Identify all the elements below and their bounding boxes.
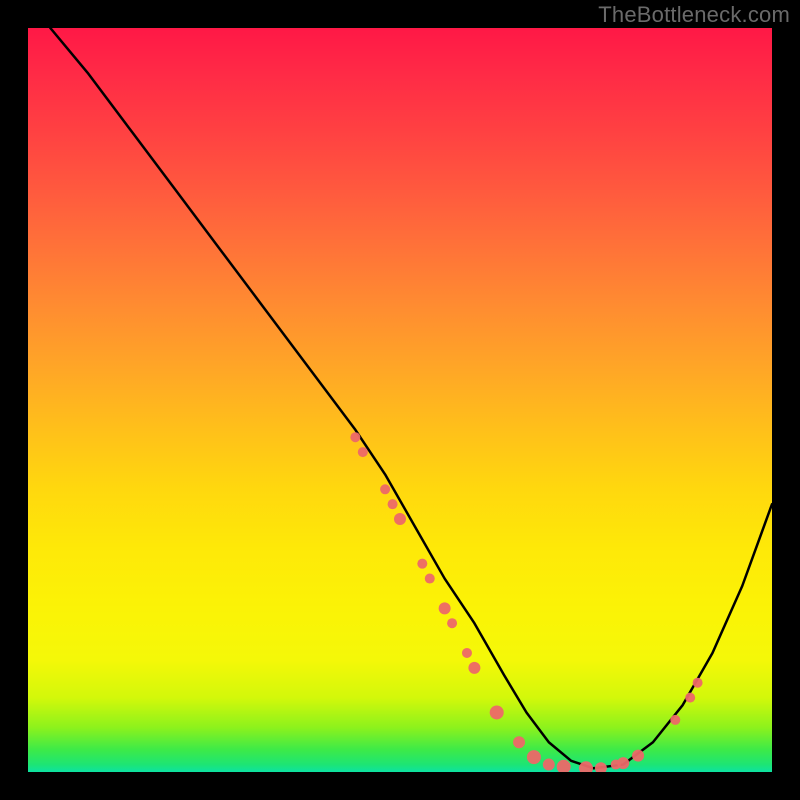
plot-area — [28, 28, 772, 772]
data-point-4 — [394, 513, 406, 525]
data-point-12 — [513, 736, 525, 748]
data-point-21 — [670, 715, 680, 725]
data-point-17 — [595, 762, 607, 772]
data-point-7 — [439, 602, 451, 614]
data-point-1 — [358, 447, 368, 457]
data-point-10 — [468, 662, 480, 674]
data-point-14 — [543, 759, 555, 771]
data-point-13 — [527, 750, 541, 764]
data-point-19 — [617, 757, 629, 769]
data-point-8 — [447, 618, 457, 628]
data-point-2 — [380, 484, 390, 494]
marker-layer — [350, 432, 702, 772]
chart-root: TheBottleneck.com — [0, 0, 800, 800]
data-point-9 — [462, 648, 472, 658]
data-point-5 — [417, 559, 427, 569]
curve-layer — [50, 28, 772, 768]
data-point-15 — [557, 760, 571, 772]
watermark-text: TheBottleneck.com — [598, 2, 790, 28]
chart-svg — [28, 28, 772, 772]
data-point-6 — [425, 574, 435, 584]
data-point-11 — [490, 705, 504, 719]
data-point-20 — [632, 750, 644, 762]
data-point-3 — [388, 499, 398, 509]
bottleneck-curve — [50, 28, 772, 768]
data-point-23 — [693, 678, 703, 688]
data-point-22 — [685, 693, 695, 703]
data-point-0 — [350, 432, 360, 442]
